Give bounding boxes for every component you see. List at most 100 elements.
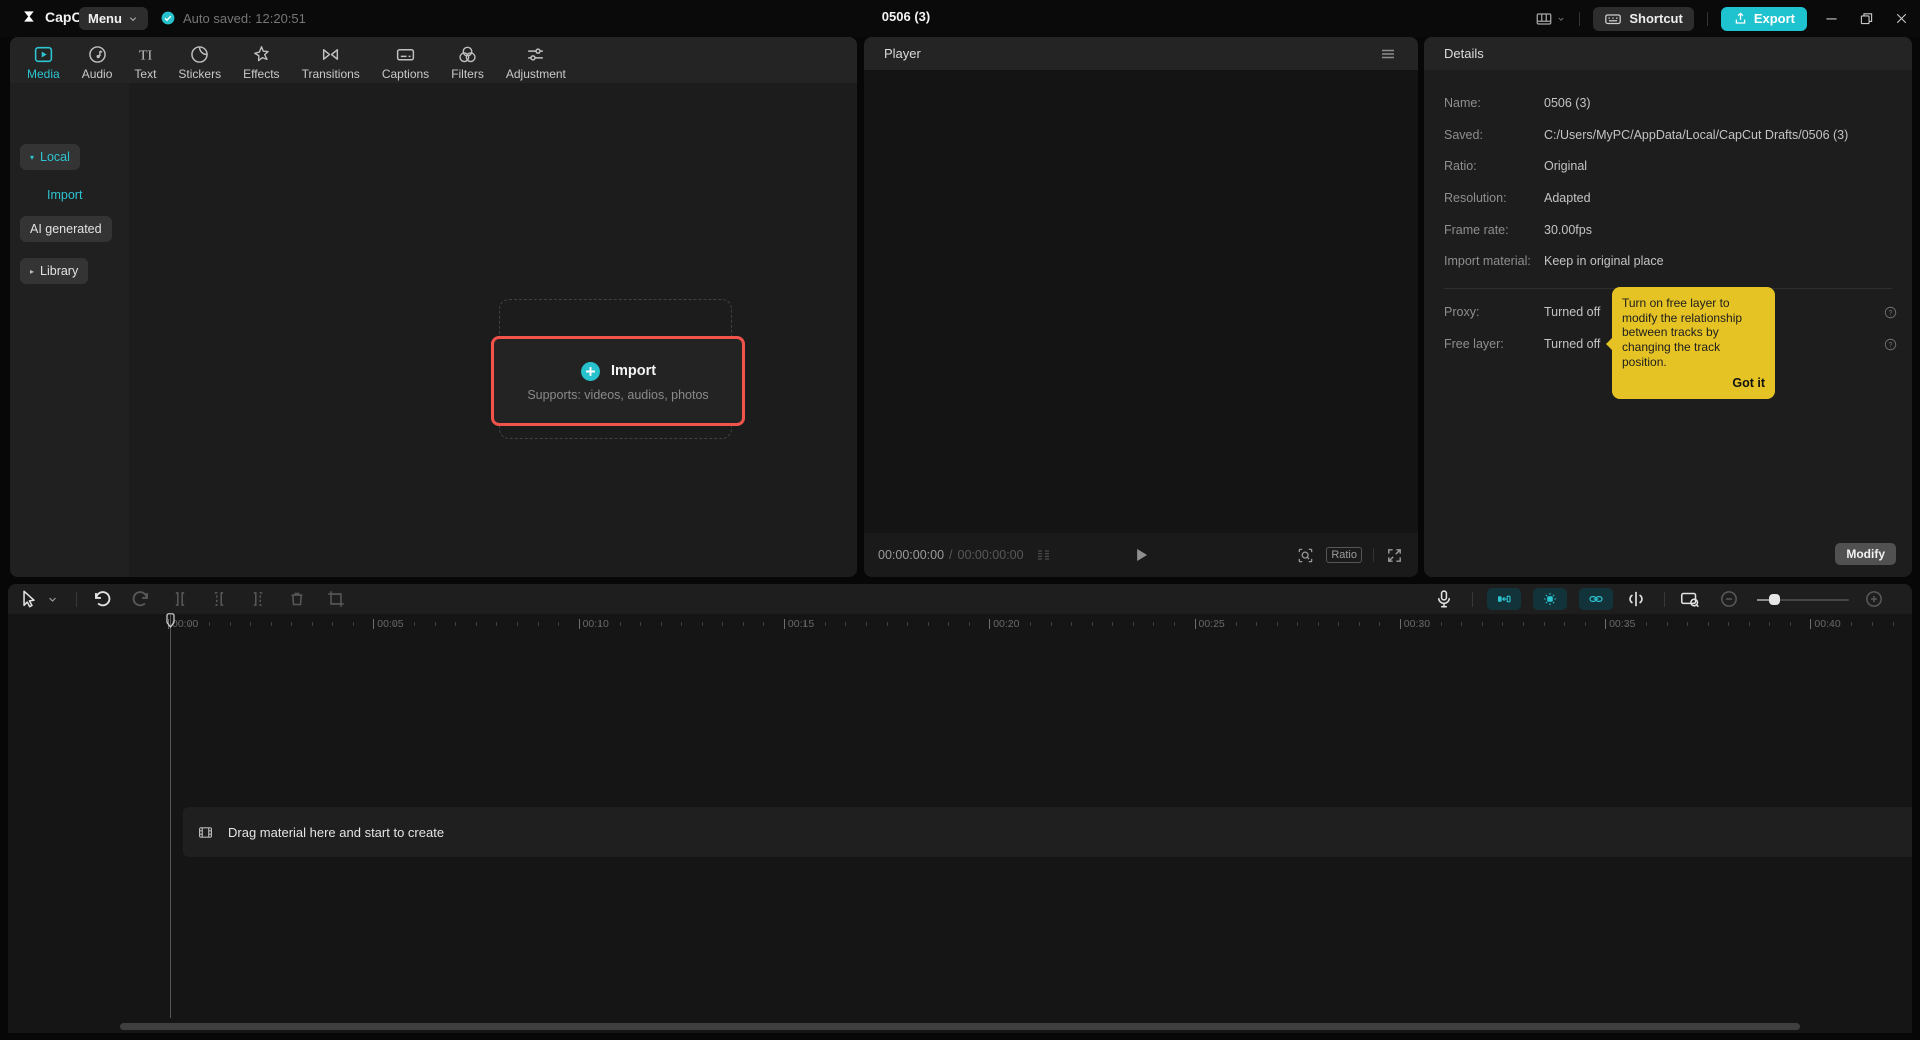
link-toggle-icon[interactable] [1579, 588, 1613, 610]
sidebar-item-local[interactable]: ▾Local [20, 144, 80, 170]
ruler-tick-minor [743, 622, 744, 626]
transitions-icon [320, 44, 341, 65]
redo-icon[interactable] [130, 588, 152, 610]
modify-button[interactable]: Modify [1835, 543, 1896, 565]
tab-label: Media [27, 67, 60, 81]
magnet-toggle-icon[interactable] [1533, 588, 1567, 610]
tooltip-text: Turn on free layer to modify the relatio… [1622, 296, 1742, 369]
chevron-down-icon[interactable] [46, 593, 59, 606]
ruler-tick-minor [887, 622, 888, 626]
ruler-tick-major: 00:15 [784, 619, 814, 629]
adapt-icon[interactable] [1679, 588, 1701, 610]
sidebar-item-library[interactable]: ▸Library [20, 258, 88, 284]
tab-label: Transitions [302, 67, 360, 81]
ruler-tick-minor [702, 622, 703, 626]
ruler-tick-minor [1318, 622, 1319, 626]
stickers-icon [189, 44, 210, 65]
svg-text:?: ? [1889, 341, 1893, 349]
frames-icon[interactable] [1034, 545, 1054, 565]
ruler-tick-major: 00:10 [579, 619, 609, 629]
ruler-tick-minor [250, 622, 251, 626]
keyboard-icon [1604, 10, 1622, 28]
cursor-icon[interactable] [18, 588, 40, 610]
undo-icon[interactable] [91, 588, 113, 610]
ruler-tick-minor [1359, 622, 1360, 626]
tab-text[interactable]: TIText [123, 42, 167, 83]
captions-icon [395, 44, 416, 65]
zoom-out-icon[interactable] [1718, 588, 1740, 610]
horizontal-scrollbar[interactable] [120, 1023, 1800, 1030]
sidebar-item-import[interactable]: Import [20, 182, 92, 208]
question-circle-icon[interactable]: ? [1883, 305, 1898, 320]
ruler-tick-label: 00:05 [377, 619, 403, 629]
ruler-tick-minor [681, 622, 682, 626]
player-controls: 00:00:00:00 / 00:00:00:00 Ratio [864, 533, 1418, 577]
minimize-button[interactable] [1820, 8, 1842, 30]
detail-value: C:/Users/MyPC/AppData/Local/CapCut Draft… [1544, 128, 1892, 142]
ripple-toggle-icon[interactable] [1487, 588, 1521, 610]
check-circle-icon [160, 10, 176, 26]
sidebar-item-ai-generated[interactable]: AI generated [20, 216, 112, 242]
got-it-button[interactable]: Got it [1622, 376, 1765, 391]
zoom-in-icon[interactable] [1863, 588, 1885, 610]
timeline-ruler[interactable]: 00:0000:0500:1000:1500:2000:2500:3000:35… [8, 615, 1912, 637]
question-circle-icon[interactable]: ? [1883, 337, 1898, 352]
timeline-zoom-slider[interactable] [1757, 592, 1849, 606]
ruler-tick-major: 00:25 [1195, 619, 1225, 629]
mic-icon[interactable] [1433, 588, 1455, 610]
ruler-tick-minor [1687, 622, 1688, 626]
zoom-fit-icon[interactable] [1296, 546, 1315, 565]
zoom-slider-knob[interactable] [1769, 594, 1780, 605]
layout-switch-button[interactable] [1535, 10, 1566, 28]
detail-label: Resolution: [1444, 191, 1544, 205]
import-button[interactable]: Import [580, 361, 656, 382]
ruler-tick-minor [1667, 622, 1668, 626]
tab-effects[interactable]: Effects [232, 42, 290, 83]
details-title: Details [1444, 46, 1484, 61]
shortcut-button[interactable]: Shortcut [1593, 7, 1693, 31]
timeline-toolbar [8, 584, 1912, 614]
ruler-tick-minor [1236, 622, 1237, 626]
split-icon[interactable] [169, 588, 191, 610]
crop-icon[interactable] [325, 588, 347, 610]
tab-filters[interactable]: Filters [440, 42, 495, 83]
autosave-status: Auto saved: 12:20:51 [160, 10, 306, 26]
detail-label: Proxy: [1444, 305, 1544, 319]
player-right-controls: Ratio [1296, 546, 1404, 565]
hamburger-icon[interactable] [1378, 44, 1398, 64]
restore-button[interactable] [1855, 8, 1877, 30]
preview-axis-icon[interactable] [1625, 588, 1647, 610]
ruler-tick-label: 00:15 [788, 619, 814, 629]
export-button[interactable]: Export [1721, 7, 1807, 31]
chevron-down-icon [1556, 14, 1566, 24]
import-box-highlighted[interactable]: Import Supports: videos, audios, photos [491, 336, 745, 426]
ratio-button[interactable]: Ratio [1326, 547, 1362, 563]
details-row-saved-: Saved:C:/Users/MyPC/AppData/Local/CapCut… [1444, 119, 1892, 151]
empty-track-hint[interactable]: Drag material here and start to create [183, 807, 1912, 857]
delete-icon[interactable] [286, 588, 308, 610]
close-button[interactable] [1890, 8, 1912, 30]
fullscreen-icon[interactable] [1385, 546, 1404, 565]
play-button[interactable] [1130, 544, 1152, 566]
tab-audio[interactable]: Audio [71, 42, 124, 83]
export-label: Export [1754, 11, 1795, 26]
ruler-tick-label: 00:35 [1609, 619, 1635, 629]
tab-stickers[interactable]: Stickers [167, 42, 232, 83]
trim-right-icon[interactable] [247, 588, 269, 610]
caret-down-icon: ▾ [30, 153, 34, 162]
tab-captions[interactable]: Captions [371, 42, 440, 83]
ruler-tick-minor [1544, 622, 1545, 626]
divider [76, 592, 77, 607]
playhead-handle[interactable] [165, 613, 176, 630]
tab-media[interactable]: Media [16, 42, 71, 83]
tab-transitions[interactable]: Transitions [291, 42, 371, 83]
tab-adjustment[interactable]: Adjustment [495, 42, 577, 83]
detail-label: Free layer: [1444, 337, 1544, 351]
ruler-tick-minor [1092, 622, 1093, 626]
ruler-tick-label: 00:40 [1814, 619, 1840, 629]
capcut-window: CapCut Menu Auto saved: 12:20:51 0506 (3… [0, 0, 1920, 1040]
menu-button[interactable]: Menu [79, 7, 148, 30]
trim-left-icon[interactable] [208, 588, 230, 610]
detail-value: Original [1544, 159, 1892, 173]
playhead-line[interactable] [170, 615, 171, 1018]
